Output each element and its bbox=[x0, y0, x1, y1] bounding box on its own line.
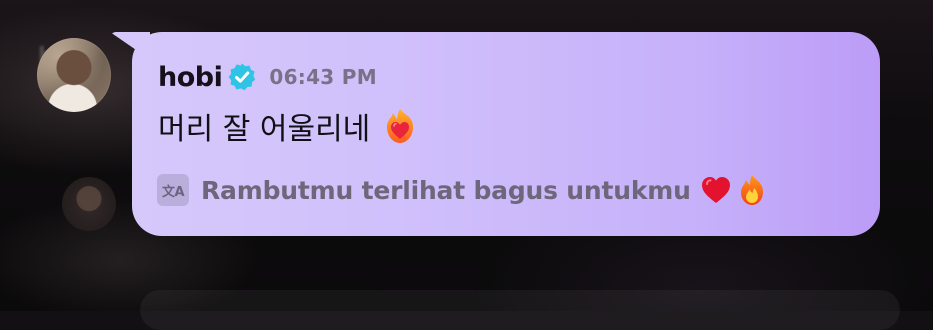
avatar-secondary[interactable] bbox=[62, 177, 116, 231]
message-header: hobi 06:43 PM bbox=[158, 60, 377, 94]
username[interactable]: hobi bbox=[158, 62, 223, 93]
next-message-preview bbox=[140, 290, 900, 330]
red-heart-emoji-icon bbox=[699, 173, 733, 207]
message-body: 머리 잘 어울리네 bbox=[158, 104, 420, 148]
fire-emoji-icon bbox=[735, 173, 769, 207]
mending-heart-emoji-icon bbox=[380, 106, 420, 146]
message-text: 머리 잘 어울리네 bbox=[158, 112, 371, 147]
avatar[interactable] bbox=[37, 38, 111, 112]
translate-icon[interactable]: 文A bbox=[157, 174, 189, 206]
translation-text: Rambutmu terlihat bagus untukmu bbox=[201, 175, 691, 205]
translation-row: 文A Rambutmu terlihat bagus untukmu bbox=[157, 172, 769, 208]
message-timestamp: 06:43 PM bbox=[269, 65, 377, 89]
verified-badge-icon bbox=[227, 62, 257, 92]
